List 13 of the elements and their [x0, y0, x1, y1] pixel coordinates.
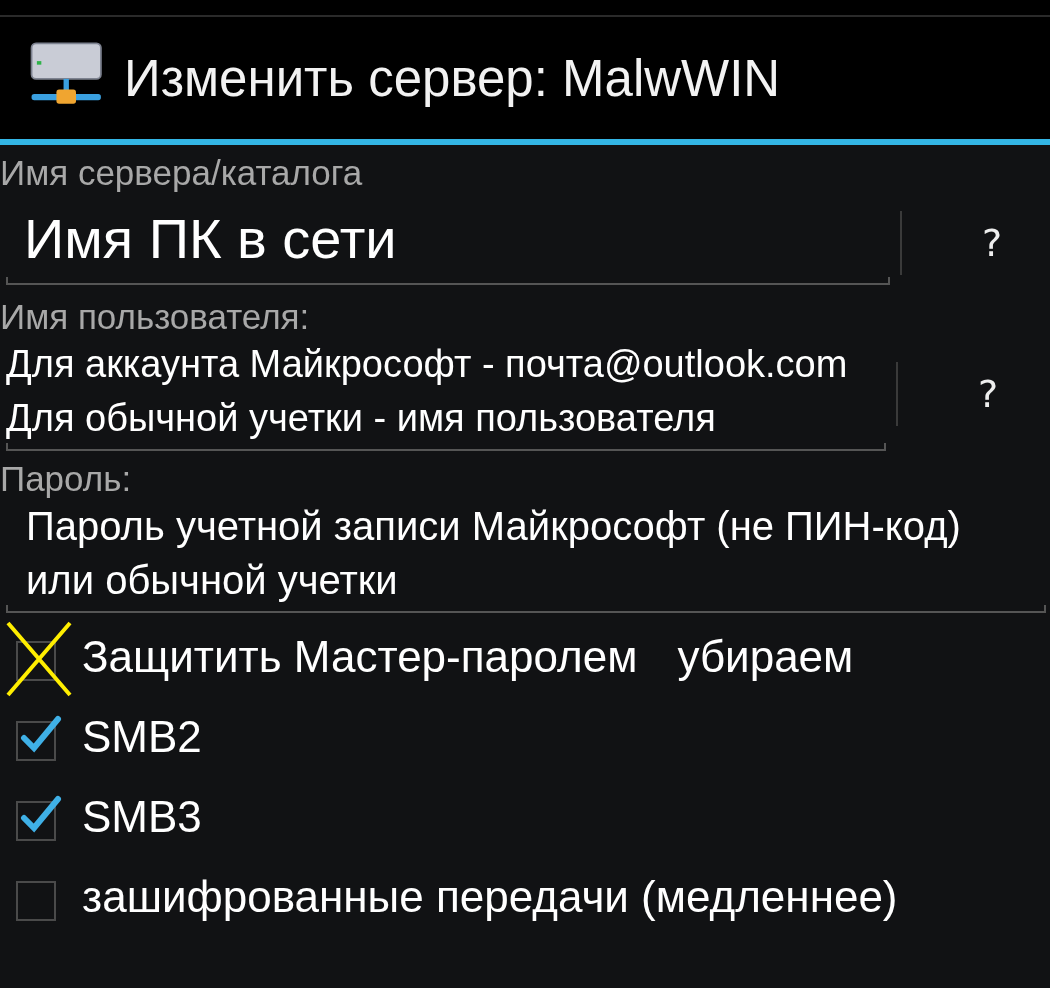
checkbox-label[interactable]: SMB3 — [82, 792, 202, 842]
checkbox[interactable] — [16, 793, 62, 841]
field-label: Пароль: — [0, 458, 133, 499]
checkbox-label[interactable]: SMB2 — [82, 712, 202, 762]
field-label: Имя сервера/каталога — [0, 152, 364, 193]
dialog-title: Изменить сервер: MalwWIN — [124, 48, 781, 108]
help-button[interactable]: ? — [972, 217, 1013, 269]
checkbox-label[interactable]: Защитить Мастер-паролем — [82, 632, 638, 682]
annotation-note: убираем — [677, 632, 854, 682]
help-button[interactable]: ? — [968, 368, 1009, 420]
checkbox-label[interactable]: зашифрованные передачи (медленнее) — [82, 872, 898, 922]
checkbox[interactable] — [16, 713, 62, 761]
field-label: Имя пользователя: — [0, 296, 311, 337]
